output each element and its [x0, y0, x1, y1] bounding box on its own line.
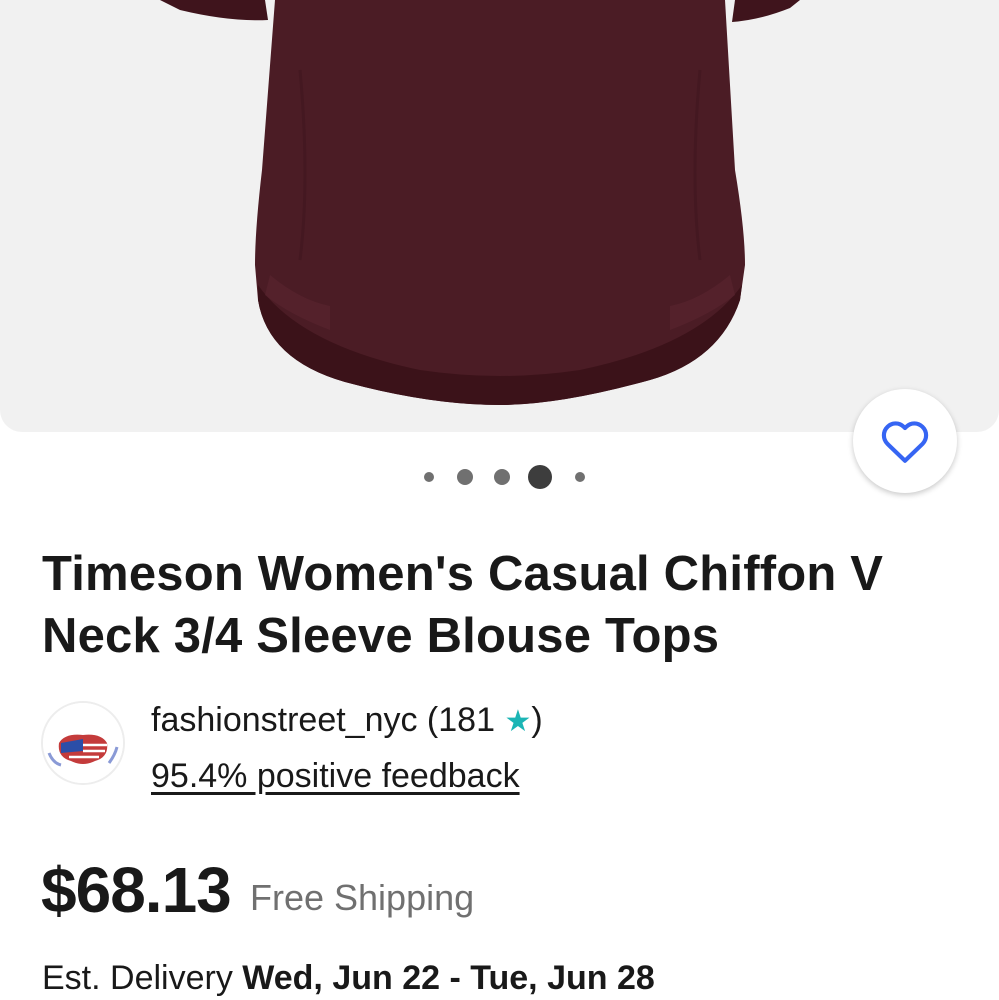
- heart-icon: [881, 421, 929, 463]
- price: $68.13: [41, 854, 232, 926]
- delivery-range: Wed, Jun 22 - Tue, Jun 28: [242, 959, 655, 997]
- product-title: Timeson Women's Casual Chiffon V Neck 3/…: [42, 547, 884, 663]
- seller-name[interactable]: fashionstreet_nyc (181 ★): [151, 698, 543, 744]
- seller-logo: [43, 703, 123, 783]
- delivery-label: Est. Delivery: [42, 959, 233, 997]
- blouse-image: [160, 0, 800, 405]
- product-image[interactable]: [0, 0, 999, 432]
- image-pagination[interactable]: [0, 462, 999, 492]
- estimated-delivery: Est. Delivery Wed, Jun 22 - Tue, Jun 28: [42, 956, 655, 1000]
- star-icon: ★: [504, 705, 532, 738]
- pagination-dot[interactable]: [457, 469, 473, 485]
- shipping-info: Free Shipping: [250, 877, 475, 918]
- pagination-dot-active[interactable]: [528, 465, 552, 489]
- seller-feedback-link[interactable]: 95.4% positive feedback: [151, 754, 520, 798]
- pagination-dot[interactable]: [575, 472, 585, 482]
- seller-avatar[interactable]: [41, 701, 125, 785]
- pagination-dot[interactable]: [494, 469, 510, 485]
- pagination-dot[interactable]: [424, 472, 434, 482]
